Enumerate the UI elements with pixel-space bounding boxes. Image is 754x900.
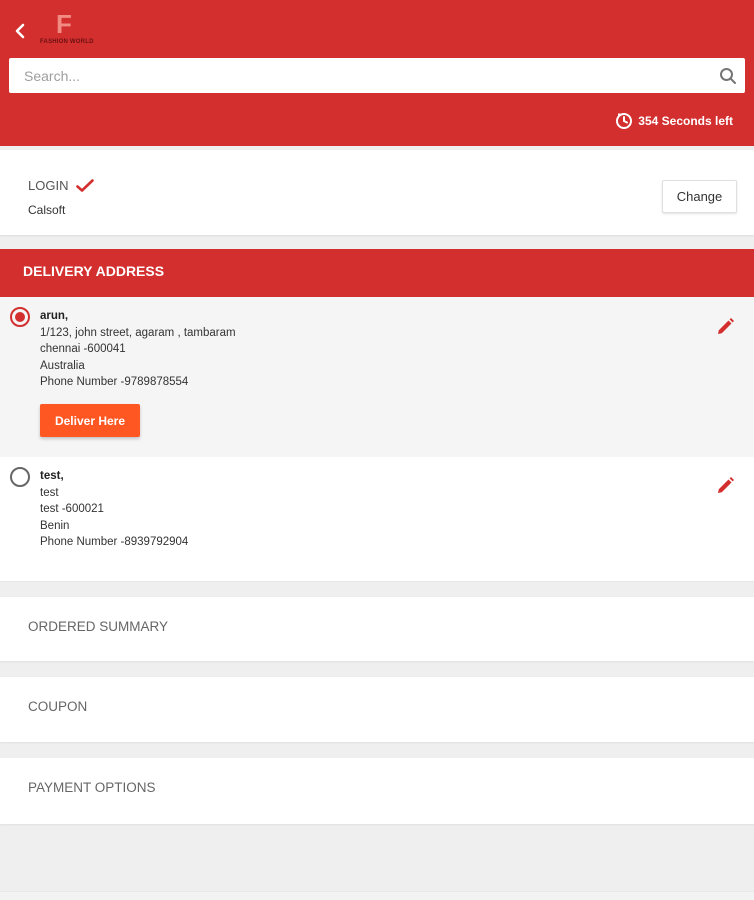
search-icon[interactable] bbox=[711, 58, 745, 93]
login-username: Calsoft bbox=[28, 203, 66, 217]
address-country: Benin bbox=[40, 519, 70, 532]
search-input[interactable] bbox=[9, 58, 711, 93]
brand-logo[interactable]: F FASHION WORLD bbox=[38, 10, 100, 48]
search-bar bbox=[9, 58, 745, 93]
check-icon bbox=[76, 178, 95, 193]
address-phone: Phone Number -9789878554 bbox=[40, 376, 189, 388]
address-city: chennai -600041 bbox=[40, 343, 126, 355]
address-item[interactable]: arun, 1/123, john street, agaram , tamba… bbox=[0, 297, 754, 457]
address-phone: Phone Number -8939792904 bbox=[40, 536, 189, 548]
login-card: LOGIN Calsoft Change bbox=[0, 150, 754, 235]
payment-options-title: PAYMENT OPTIONS bbox=[28, 780, 156, 795]
brand-logo-letter: F bbox=[56, 9, 72, 39]
address-name: test, bbox=[40, 470, 64, 482]
coupon-title: COUPON bbox=[28, 699, 88, 714]
timer-text: 354 Seconds left bbox=[638, 114, 733, 128]
address-radio-selected[interactable] bbox=[10, 307, 30, 327]
page-footer-divider bbox=[0, 891, 754, 900]
address-details: test, test test -600021 Benin Phone Numb… bbox=[40, 468, 188, 551]
ordered-summary-title: ORDERED SUMMARY bbox=[28, 619, 169, 634]
address-city: test -600021 bbox=[40, 503, 104, 515]
session-timer: 354 Seconds left bbox=[615, 112, 733, 130]
brand-logo-name: FASHION WORLD bbox=[40, 39, 94, 45]
back-arrow-icon[interactable] bbox=[8, 17, 32, 45]
deliver-here-button[interactable]: Deliver Here bbox=[40, 404, 140, 437]
address-name: arun, bbox=[40, 310, 69, 322]
pencil-icon[interactable] bbox=[714, 475, 736, 497]
login-section-title: LOGIN bbox=[28, 178, 95, 193]
address-item[interactable]: test, test test -600021 Benin Phone Numb… bbox=[0, 457, 754, 582]
payment-options-section[interactable]: PAYMENT OPTIONS bbox=[0, 758, 754, 824]
address-details: arun, 1/123, john street, agaram , tamba… bbox=[40, 308, 236, 391]
delivery-address-header: DELIVERY ADDRESS bbox=[0, 249, 754, 297]
ordered-summary-section[interactable]: ORDERED SUMMARY bbox=[0, 597, 754, 661]
pencil-icon[interactable] bbox=[714, 316, 736, 338]
address-radio[interactable] bbox=[10, 467, 30, 487]
app-bar: F FASHION WORLD 354 Seconds left bbox=[0, 0, 754, 146]
change-login-button[interactable]: Change bbox=[662, 180, 737, 213]
coupon-section[interactable]: COUPON bbox=[0, 677, 754, 742]
address-street: test bbox=[40, 486, 59, 499]
login-label: LOGIN bbox=[28, 178, 69, 193]
address-street: 1/123, john street, agaram , tambaram bbox=[40, 326, 236, 339]
timer-icon bbox=[615, 112, 633, 130]
address-country: Australia bbox=[40, 359, 85, 372]
